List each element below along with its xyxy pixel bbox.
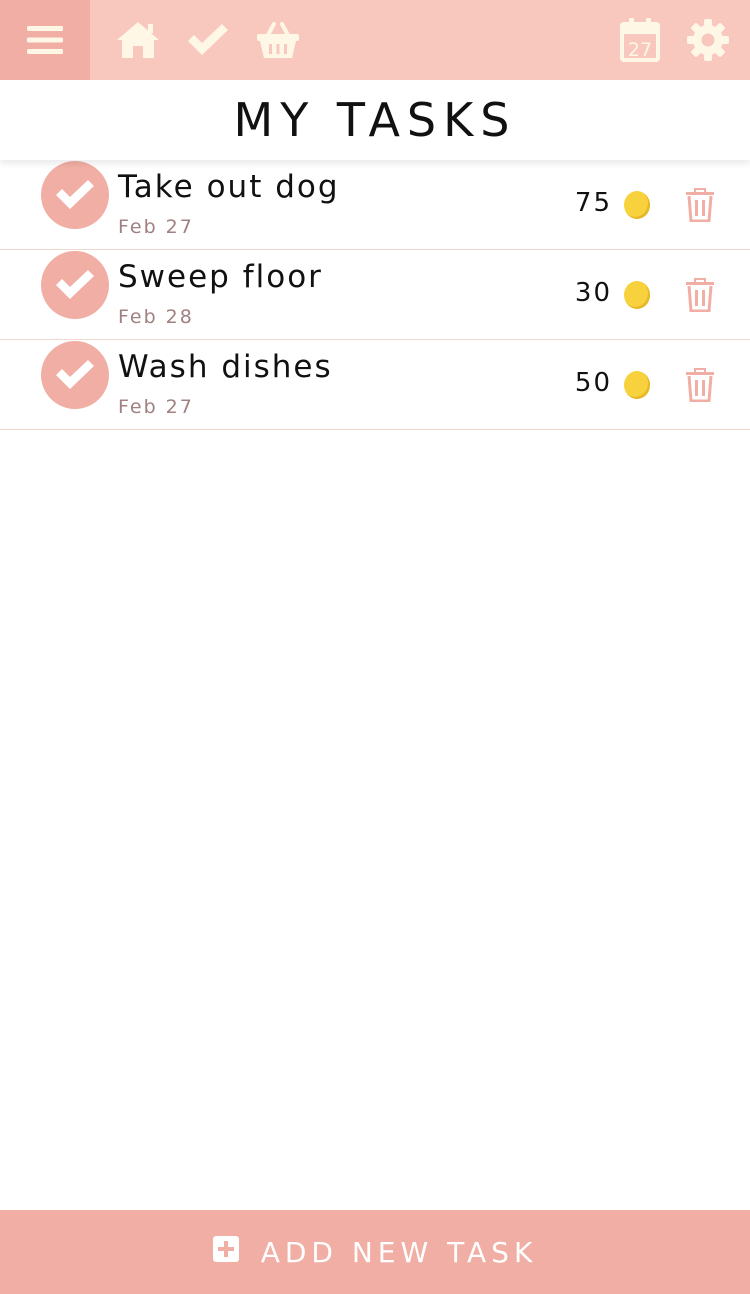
checkmark-icon	[56, 180, 94, 209]
task-points: 50	[574, 368, 612, 398]
task-points: 75	[574, 188, 612, 218]
task-list: Take out dog Feb 27 75 Sweep floor Feb 2…	[0, 160, 750, 430]
checkmark-icon	[56, 270, 94, 299]
trash-icon[interactable]	[684, 368, 716, 402]
tasks-button[interactable]	[184, 16, 232, 64]
task-date: Feb 27	[118, 216, 194, 238]
basket-icon	[257, 22, 299, 58]
svg-text:27: 27	[628, 39, 652, 61]
checkmark-icon	[188, 24, 228, 55]
menu-button[interactable]	[0, 0, 90, 80]
complete-task-button[interactable]	[41, 251, 109, 319]
calendar-button[interactable]: 27	[616, 16, 664, 64]
task-row: Sweep floor Feb 28 30	[0, 250, 750, 340]
task-title: Sweep floor	[118, 259, 323, 295]
coin-icon	[624, 281, 650, 309]
trash-icon[interactable]	[684, 278, 716, 312]
title-bar: MY TASKS	[0, 80, 750, 160]
app-root: 27 MY TASKS Take out dog Feb 27 75 Sweep…	[0, 0, 750, 1294]
task-title: Take out dog	[118, 169, 340, 205]
shop-button[interactable]	[254, 16, 302, 64]
task-row: Wash dishes Feb 27 50	[0, 340, 750, 430]
coin-icon	[624, 371, 650, 399]
plus-square-icon	[212, 1236, 239, 1262]
task-date: Feb 28	[118, 306, 194, 328]
complete-task-button[interactable]	[41, 161, 109, 229]
task-date: Feb 27	[118, 396, 194, 418]
page-title: MY TASKS	[233, 93, 517, 147]
checkmark-icon	[56, 360, 94, 389]
calendar-icon: 27	[620, 18, 660, 62]
complete-task-button[interactable]	[41, 341, 109, 409]
hamburger-menu-icon	[27, 26, 63, 54]
task-points: 30	[574, 278, 612, 308]
home-button[interactable]	[114, 16, 162, 64]
add-new-task-button[interactable]: ADD NEW TASK	[0, 1210, 750, 1294]
home-icon	[117, 22, 159, 58]
trash-icon[interactable]	[684, 188, 716, 222]
gear-icon	[687, 19, 729, 61]
coin-icon	[624, 191, 650, 219]
top-nav-bar: 27	[0, 0, 750, 80]
task-row: Take out dog Feb 27 75	[0, 160, 750, 250]
task-title: Wash dishes	[118, 349, 333, 385]
add-new-task-label: ADD NEW TASK	[260, 1235, 538, 1269]
settings-button[interactable]	[684, 16, 732, 64]
